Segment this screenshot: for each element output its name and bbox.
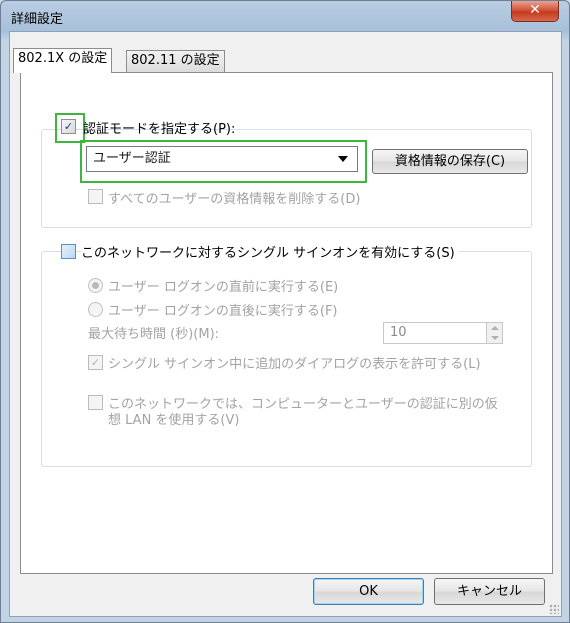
ok-button[interactable]: OK [313,578,424,605]
allow-extra-dialogs-checkbox[interactable]: ✓ [88,355,103,370]
dialog-client-area: 802.1X の設定 802.11 の設定 ✓ 認証モードを指定する(P): ユ… [9,31,562,617]
resize-grip[interactable] [549,604,559,614]
radio-before-logon-label: ユーザー ログオンの直前に実行する(E) [108,280,339,295]
ok-button-label: OK [359,584,378,599]
enable-sso-checkbox[interactable] [61,244,76,259]
tab-panel-8021x: ✓ 認証モードを指定する(P): ユーザー認証 資格情報の保存(C) すべてのユ… [20,72,553,574]
max-wait-time-input[interactable]: 10 [383,322,487,344]
delete-all-credentials-checkbox[interactable] [88,189,103,204]
spinner-up-icon [491,326,499,330]
save-credentials-button[interactable]: 資格情報の保存(C) [372,149,528,174]
cancel-button-label: キャンセル [456,584,522,599]
max-wait-time-value: 10 [390,325,407,340]
close-button[interactable]: ✕ [511,1,559,22]
tab-8021x-settings[interactable]: 802.1X の設定 [13,48,113,73]
chevron-down-icon [338,156,348,162]
advanced-settings-window: 詳細設定 ✕ 802.1X の設定 802.11 の設定 ✓ 認証モードを指定す… [0,0,570,623]
close-icon: ✕ [529,2,541,18]
cancel-button[interactable]: キャンセル [434,578,545,605]
save-credentials-label: 資格情報の保存(C) [394,154,506,169]
specify-auth-mode-label: 認証モードを指定する(P): [83,122,236,137]
enable-sso-label: このネットワークに対するシングル サインオンを有効にする(S) [81,242,459,261]
auth-mode-select[interactable]: ユーザー認証 [86,146,358,172]
tab-80211-label: 802.11 の設定 [131,53,220,68]
title-bar[interactable]: 詳細設定 ✕ [1,1,569,33]
window-title: 詳細設定 [11,12,64,27]
separate-virtual-lan-label-line2: 想 LAN を使用する(V) [108,413,240,428]
allow-extra-dialogs-label: シングル サインオン中に追加のダイアログの表示を許可する(L) [108,357,481,372]
spinner-down-icon [491,336,499,340]
max-wait-time-spinner[interactable] [486,322,503,344]
radio-before-logon[interactable] [88,278,103,293]
delete-all-credentials-label: すべてのユーザーの資格情報を削除する(D) [108,192,361,207]
separate-virtual-lan-checkbox[interactable] [88,395,103,410]
radio-after-logon-label: ユーザー ログオンの直後に実行する(F) [108,304,338,319]
max-wait-time-label: 最大待ち時間 (秒)(M): [88,327,220,342]
radio-after-logon[interactable] [88,302,103,317]
specify-auth-mode-checkbox[interactable]: ✓ [61,119,76,134]
tab-8021x-label: 802.1X の設定 [18,51,108,66]
tab-80211-settings[interactable]: 802.11 の設定 [126,50,225,73]
auth-mode-select-value: ユーザー認証 [93,151,171,166]
radio-selected-dot [92,282,99,289]
